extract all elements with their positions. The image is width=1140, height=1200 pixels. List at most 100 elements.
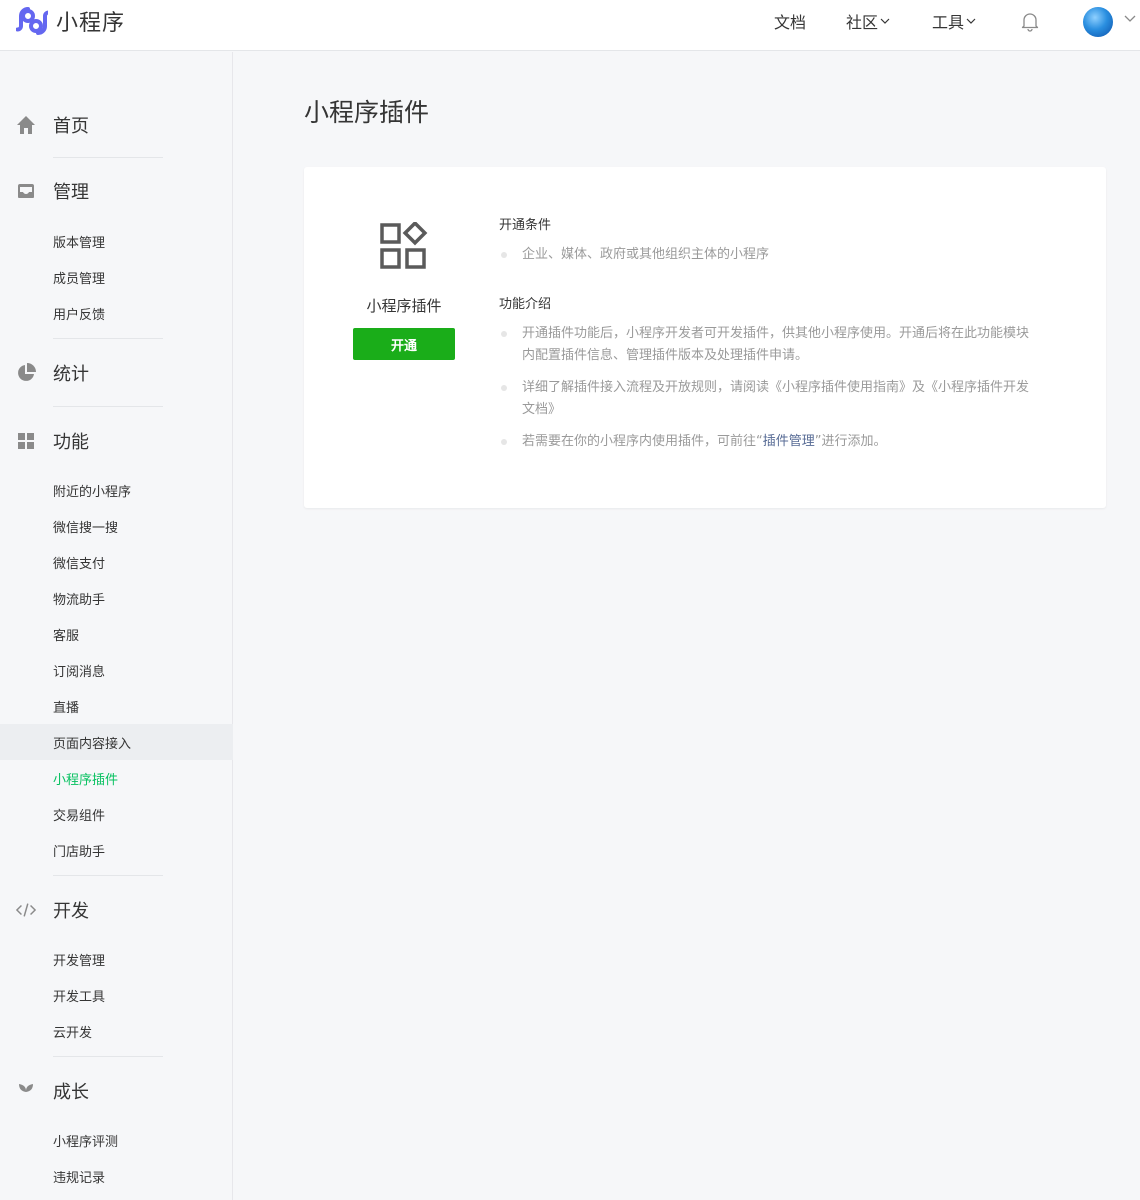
list-item: 企业、媒体、政府或其他组织主体的小程序 (499, 244, 1079, 266)
sidebar-item-trade-component[interactable]: 交易组件 (0, 796, 233, 832)
sidebar-item-label: 用户反馈 (53, 307, 106, 323)
code-icon (16, 903, 36, 917)
nav-tools-label: 工具 (932, 13, 965, 32)
sidebar-item-wechat-pay[interactable]: 微信支付 (0, 544, 233, 580)
sidebar-item-label: 页面内容接入 (53, 736, 132, 752)
sidebar-item-live-broadcast[interactable]: 直播 (0, 688, 233, 724)
nav-docs[interactable]: 文档 (774, 0, 806, 42)
divider (53, 1056, 163, 1057)
sidebar-item-label: 小程序插件 (53, 772, 119, 788)
plugin-card: 小程序插件 开通 开通条件 企业、媒体、政府或其他组织主体的小程序 功能介绍 开… (304, 167, 1106, 508)
logo-text: 小程序 (56, 11, 126, 36)
plugin-name: 小程序插件 (366, 297, 442, 315)
intro-title: 功能介绍 (499, 297, 552, 312)
sidebar-item-user-feedback[interactable]: 用户反馈 (0, 295, 233, 331)
sidebar-item-label: 物流助手 (53, 592, 106, 608)
plugin-icon (380, 222, 428, 269)
sidebar-item-label: 成员管理 (53, 271, 106, 287)
sidebar-item-store-assistant[interactable]: 门店助手 (0, 832, 233, 868)
sidebar-item-customer-service[interactable]: 客服 (0, 616, 233, 652)
sidebar-section-label: 管理 (53, 182, 89, 203)
plugin-management-link[interactable]: 插件管理 (763, 434, 815, 449)
sidebar-item-label: 微信支付 (53, 556, 106, 572)
sidebar-section-growth[interactable]: 成长 (0, 1073, 233, 1109)
bullet-dot (501, 385, 507, 391)
sidebar-item-dev-tools[interactable]: 开发工具 (0, 977, 233, 1013)
sidebar-item-label: 统计 (53, 364, 89, 385)
grid-icon (18, 433, 34, 449)
sidebar-item-statistics[interactable]: 统计 (0, 355, 233, 391)
sidebar-item-label: 开发管理 (53, 953, 106, 969)
sidebar-item-label: 附近的小程序 (53, 484, 132, 500)
list-item: 若需要在你的小程序内使用插件，可前往“插件管理”进行添加。 (499, 431, 1079, 453)
divider (53, 406, 163, 407)
home-icon (17, 116, 35, 134)
intro-text-line: 内配置插件信息、管理插件版本及处理插件申请。 (522, 348, 809, 363)
sidebar-section-dev[interactable]: 开发 (0, 892, 233, 928)
chevron-down-icon[interactable] (1124, 14, 1136, 22)
list-item: 开通插件功能后，小程序开发者可开发插件，供其他小程序使用。开通后将在此功能模块 … (499, 323, 1079, 367)
sidebar-item-label: 直播 (53, 700, 80, 716)
sidebar-item-member-management[interactable]: 成员管理 (0, 259, 233, 295)
sidebar-item-wechat-search[interactable]: 微信搜一搜 (0, 508, 233, 544)
sidebar-item-label: 首页 (53, 116, 89, 137)
divider (53, 157, 163, 158)
sidebar-item-label: 交易组件 (53, 808, 106, 824)
mini-program-logo-icon (16, 7, 48, 35)
bullet-dot (501, 252, 507, 258)
bell-icon[interactable] (1019, 10, 1041, 32)
pie-chart-icon (18, 363, 36, 381)
sidebar-item-cloud-dev[interactable]: 云开发 (0, 1013, 233, 1049)
sidebar-section-manage[interactable]: 管理 (0, 173, 233, 209)
sidebar-item-label: 客服 (53, 628, 80, 644)
sidebar-item-mini-program-review[interactable]: 小程序评测 (0, 1122, 233, 1158)
page-title: 小程序插件 (304, 98, 430, 127)
sidebar-item-page-content-access[interactable]: 页面内容接入 (0, 724, 233, 760)
sidebar-item-label: 微信搜一搜 (53, 520, 119, 536)
nav-tools[interactable]: 工具 (932, 0, 976, 42)
nav-docs-label: 文档 (774, 13, 807, 32)
condition-text: 企业、媒体、政府或其他组织主体的小程序 (522, 247, 770, 262)
list-item: 详细了解插件接入流程及开放规则，请阅读《小程序插件使用指南》及《小程序插件开发 … (499, 377, 1079, 421)
sidebar-item-nearby-mini-programs[interactable]: 附近的小程序 (0, 472, 233, 508)
divider (53, 338, 163, 339)
sidebar-item-label: 违规记录 (53, 1170, 106, 1186)
sidebar-item-label: 订阅消息 (53, 664, 106, 680)
top-bar: 小程序 文档 社区 工具 (0, 0, 1140, 51)
bullet-dot (501, 331, 507, 337)
sidebar-item-home[interactable]: 首页 (0, 107, 233, 143)
conditions-title: 开通条件 (499, 218, 552, 233)
inbox-icon (18, 184, 34, 198)
sidebar-item-mini-program-plugins[interactable]: 小程序插件 (0, 760, 233, 796)
intro-text: 详细了解插件接入流程及开放规则，请阅读《小程序插件使用指南》及《小程序插件开发 … (522, 377, 1077, 421)
sidebar-section-features[interactable]: 功能 (0, 423, 233, 459)
sidebar-item-logistics-assistant[interactable]: 物流助手 (0, 580, 233, 616)
sidebar-item-version-management[interactable]: 版本管理 (0, 223, 233, 259)
intro-text-line: 详细了解插件接入流程及开放规则，请阅读《小程序插件使用指南》及《小程序插件开发 (522, 380, 1030, 395)
sidebar-item-label: 开发工具 (53, 989, 106, 1005)
avatar[interactable] (1083, 7, 1113, 37)
enable-button[interactable]: 开通 (353, 328, 455, 360)
intro-text-before: 若需要在你的小程序内使用插件，可前往“ (522, 434, 763, 449)
intro-text: 若需要在你的小程序内使用插件，可前往“插件管理”进行添加。 (522, 431, 1077, 453)
bullet-dot (501, 439, 507, 445)
intro-text-after: ”进行添加。 (814, 434, 887, 449)
sidebar-item-label: 版本管理 (53, 235, 106, 251)
logo[interactable]: 小程序 (16, 5, 125, 37)
divider (53, 875, 163, 876)
sidebar-item-subscription-messages[interactable]: 订阅消息 (0, 652, 233, 688)
intro-text: 开通插件功能后，小程序开发者可开发插件，供其他小程序使用。开通后将在此功能模块 … (522, 323, 1077, 367)
sidebar: 首页 管理 版本管理 成员管理 用户反馈 统计 功能 附近的小程序 微信搜一搜 … (0, 52, 233, 1200)
sidebar-item-label: 小程序评测 (53, 1134, 119, 1150)
sprout-icon (19, 1084, 33, 1099)
chevron-down-icon (966, 18, 976, 24)
nav-community[interactable]: 社区 (846, 0, 890, 42)
sidebar-section-label: 开发 (53, 901, 89, 922)
sidebar-section-label: 成长 (53, 1082, 89, 1103)
nav-community-label: 社区 (846, 13, 879, 32)
intro-text-line: 文档》 (522, 402, 562, 417)
sidebar-section-label: 功能 (53, 432, 89, 453)
sidebar-item-violation-records[interactable]: 违规记录 (0, 1158, 233, 1194)
sidebar-item-dev-management[interactable]: 开发管理 (0, 941, 233, 977)
chevron-down-icon (880, 18, 890, 24)
